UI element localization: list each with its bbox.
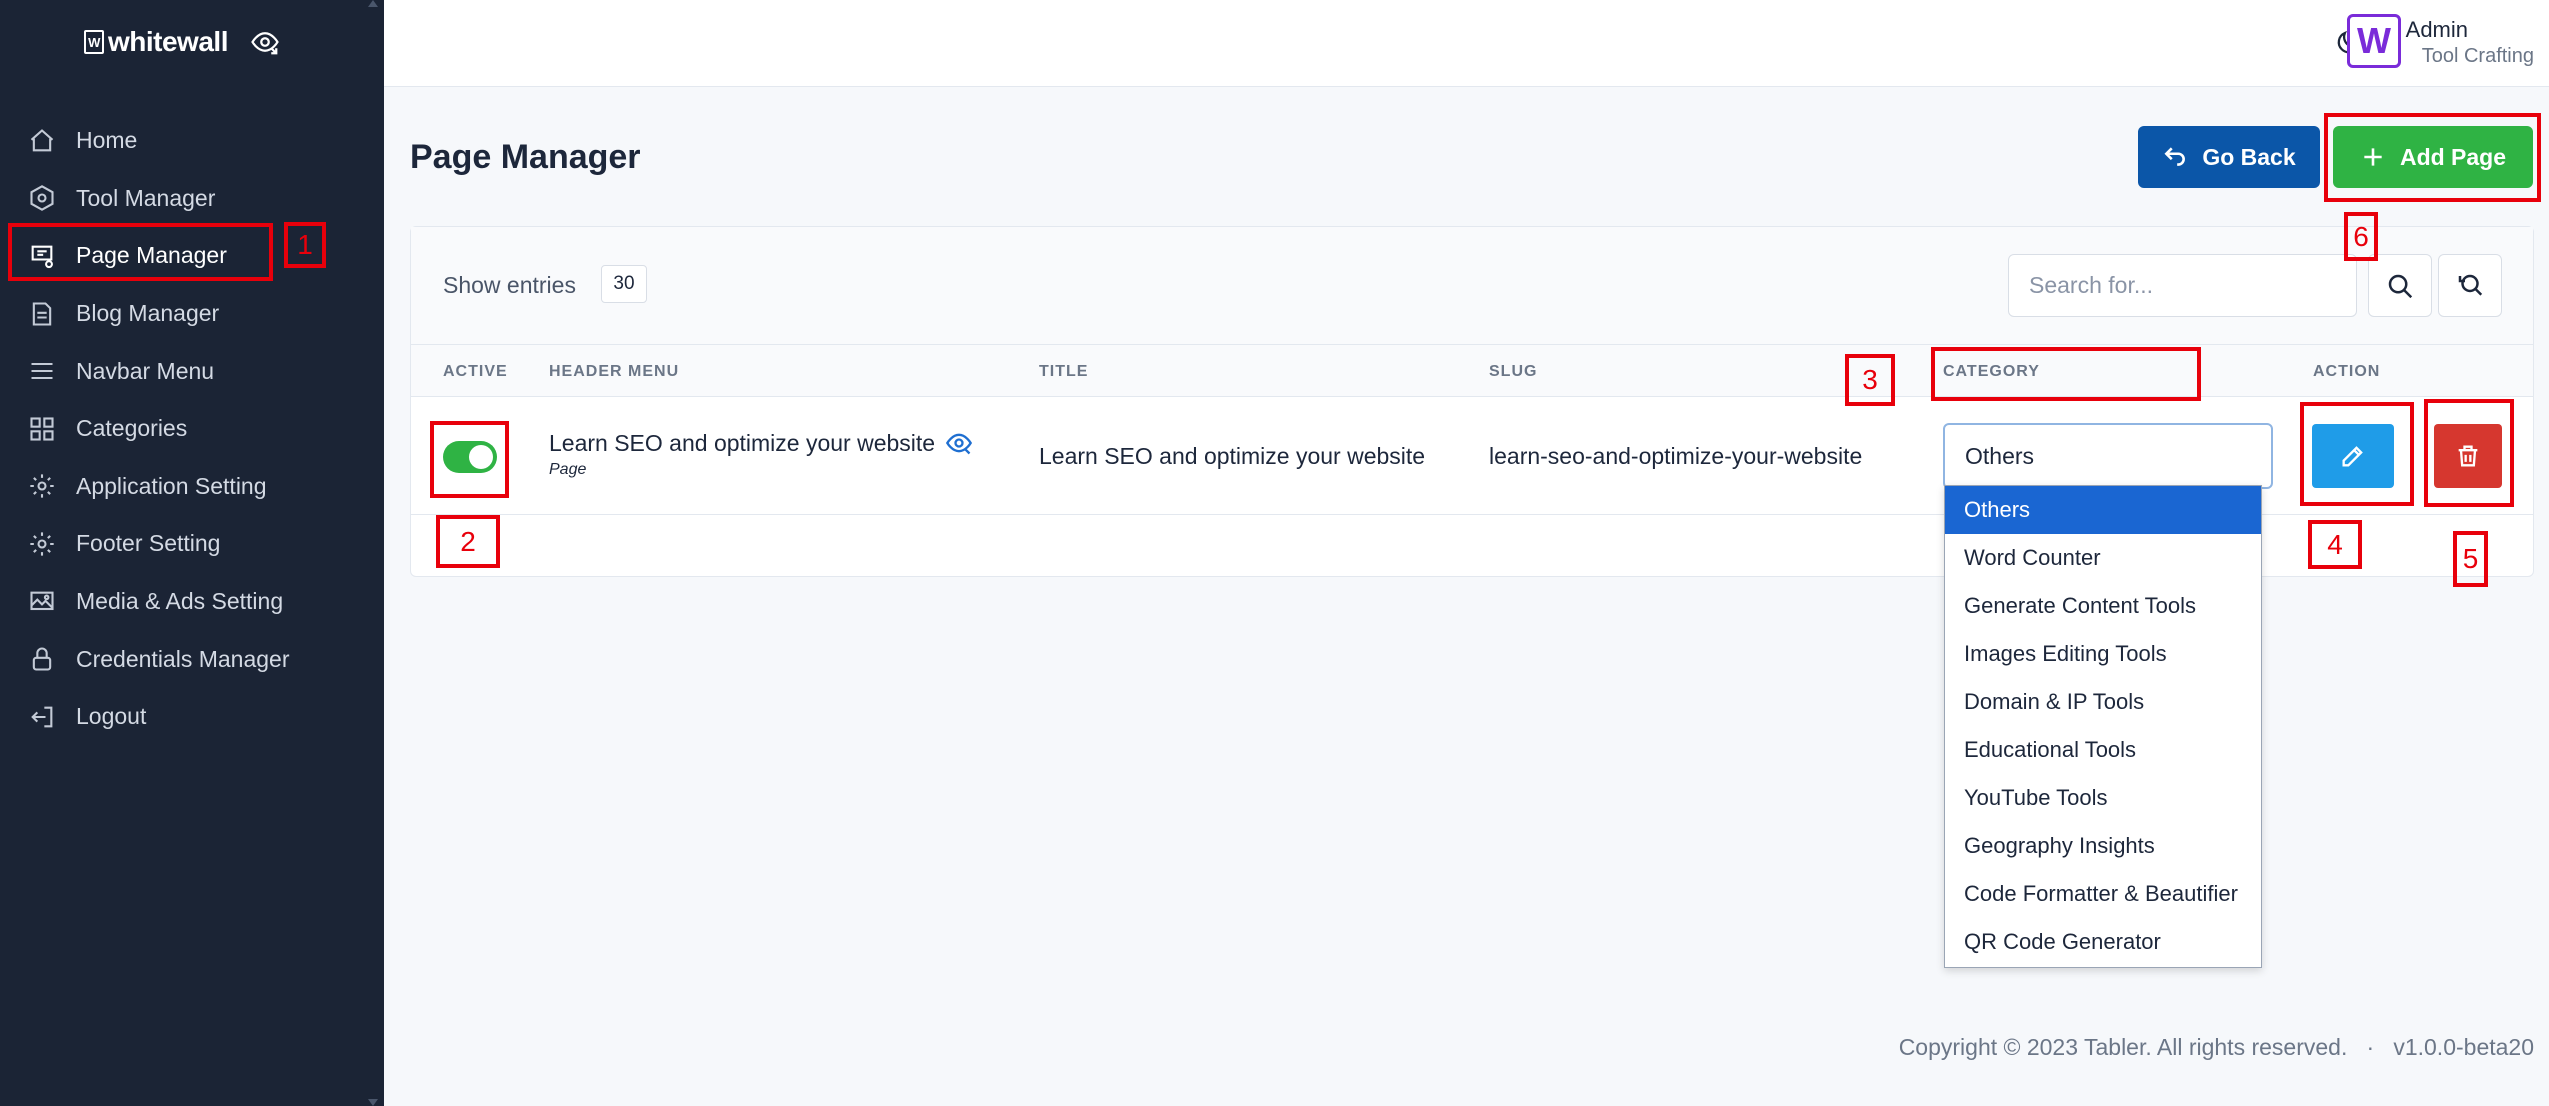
sidebar-item-label: Home [76, 127, 138, 154]
column-header-action: ACTION [2313, 363, 2381, 380]
scroll-down-arrow[interactable] [368, 1099, 378, 1106]
menu-icon [31, 363, 53, 380]
brand-mark-icon: W [84, 30, 104, 54]
search-input[interactable] [2008, 254, 2357, 317]
eye-link-icon[interactable] [945, 429, 973, 457]
annotation-label-1: 1 [284, 222, 326, 268]
show-entries-label: Show entries [443, 272, 576, 298]
go-back-label: Go Back [2202, 143, 2296, 170]
category-selected-value: Others [1965, 442, 2035, 469]
entries-input[interactable]: 30 [601, 265, 647, 303]
home-icon [30, 128, 54, 152]
footer-copyright: Copyright © 2023 Tabler. All rights rese… [1898, 1034, 2534, 1060]
avatar[interactable]: W [2347, 14, 2401, 68]
annotation-box-page-manager [8, 223, 273, 281]
title-cell: Learn SEO and optimize your website [1039, 443, 1426, 469]
brand[interactable]: W whitewall [84, 26, 280, 58]
sidebar-item-label: Blog Manager [76, 300, 220, 327]
dropdown-option[interactable]: Generate Content Tools [1945, 582, 2261, 630]
page-title: Page Manager [410, 138, 641, 176]
annotation-box-category [1931, 347, 2201, 401]
sidebar-item-credentials-manager[interactable]: Credentials Manager [0, 630, 384, 688]
sidebar: W whitewall Home Tool Manager Page Manag… [0, 0, 384, 1106]
column-header-title[interactable]: TITLE [1039, 363, 1088, 381]
topbar: W Admin Tool Crafting [384, 0, 2549, 87]
brand-logo[interactable]: W whitewall [84, 26, 228, 58]
annotation-box-add-page [2324, 113, 2541, 202]
search-button[interactable] [2368, 254, 2432, 317]
sidebar-item-tool-manager[interactable]: Tool Manager [0, 170, 384, 228]
annotation-label-3: 3 [1845, 354, 1895, 406]
sidebar-item-label: Logout [76, 703, 147, 730]
dropdown-option[interactable]: Word Counter [1945, 534, 2261, 582]
gear-icon [30, 474, 54, 499]
dropdown-option[interactable]: QR Code Generator [1945, 918, 2261, 966]
sidebar-item-label: Media & Ads Setting [76, 588, 284, 615]
category-dropdown-list: Others Word Counter Generate Content Too… [1944, 485, 2262, 968]
reset-search-button[interactable] [2438, 254, 2502, 317]
sidebar-item-categories[interactable]: Categories [0, 400, 384, 458]
sidebar-item-blog-manager[interactable]: Blog Manager [0, 285, 384, 343]
gear-icon [30, 532, 54, 556]
dropdown-option[interactable]: Images Editing Tools [1945, 630, 2261, 678]
column-header-header-menu[interactable]: HEADER MENU [549, 363, 679, 381]
image-settings-icon [30, 591, 54, 610]
sidebar-item-logout[interactable]: Logout [0, 688, 384, 746]
annotation-box-edit [2300, 402, 2414, 506]
sidebar-item-footer-setting[interactable]: Footer Setting [0, 515, 384, 573]
annotation-label-4: 4 [2308, 520, 2362, 569]
dropdown-option[interactable]: Domain & IP Tools [1945, 678, 2261, 726]
sidebar-item-label: Credentials Manager [76, 645, 290, 672]
column-header-active[interactable]: ACTIVE [443, 363, 508, 381]
header-menu-text: Learn SEO and optimize your website [549, 429, 936, 456]
slug-cell: learn-seo-and-optimize-your-website [1489, 443, 1863, 469]
sidebar-item-label: Tool Manager [76, 184, 216, 211]
sidebar-item-media-ads-setting[interactable]: Media & Ads Setting [0, 573, 384, 631]
header-menu-cell: Learn SEO and optimize your website [549, 429, 973, 457]
sidebar-item-label: Categories [76, 415, 188, 442]
user-role: Tool Crafting [2421, 45, 2534, 67]
search-refresh-icon [2458, 274, 2483, 296]
sidebar-nav: Home Tool Manager Page Manager Blog Mana… [0, 112, 384, 746]
logout-icon [31, 706, 53, 728]
eye-link-icon[interactable] [250, 27, 280, 57]
lock-icon [32, 647, 52, 671]
annotation-box-delete [2424, 399, 2514, 507]
dropdown-option[interactable]: Others [1945, 486, 2261, 534]
table-toolbar: Show entries 30 [411, 227, 2533, 345]
grid-icon [30, 417, 54, 441]
dropdown-option[interactable]: Code Formatter & Beautifier [1945, 870, 2261, 918]
annotation-label-6: 6 [2344, 212, 2378, 261]
user-name[interactable]: Admin [2406, 17, 2468, 43]
annotation-label-2: 2 [436, 515, 500, 568]
sidebar-item-label: Navbar Menu [76, 357, 215, 384]
table-header: ACTIVE HEADER MENU TITLE SLUG CATEGORY A… [411, 345, 2533, 397]
dropdown-option[interactable]: Geography Insights [1945, 822, 2261, 870]
search-icon [2388, 274, 2413, 298]
hexagon-icon [30, 185, 54, 212]
sidebar-item-application-setting[interactable]: Application Setting [0, 458, 384, 516]
blog-icon [32, 302, 52, 326]
category-select[interactable]: Others [1943, 423, 2273, 489]
sidebar-item-home[interactable]: Home [0, 112, 384, 170]
scroll-up-arrow[interactable] [368, 0, 378, 7]
go-back-button[interactable]: Go Back [2138, 126, 2320, 188]
sidebar-item-label: Footer Setting [76, 530, 221, 557]
header-menu-subtitle: Page [549, 461, 587, 478]
sidebar-item-label: Application Setting [76, 472, 267, 499]
dropdown-option[interactable]: YouTube Tools [1945, 774, 2261, 822]
sidebar-item-navbar-menu[interactable]: Navbar Menu [0, 342, 384, 400]
dropdown-option[interactable]: Educational Tools [1945, 726, 2261, 774]
undo-arrow-icon [2164, 147, 2186, 166]
annotation-label-5: 5 [2453, 531, 2488, 587]
annotation-box-toggle [430, 421, 509, 498]
column-header-slug[interactable]: SLUG [1489, 363, 1537, 381]
brand-name: whitewall [108, 26, 228, 57]
